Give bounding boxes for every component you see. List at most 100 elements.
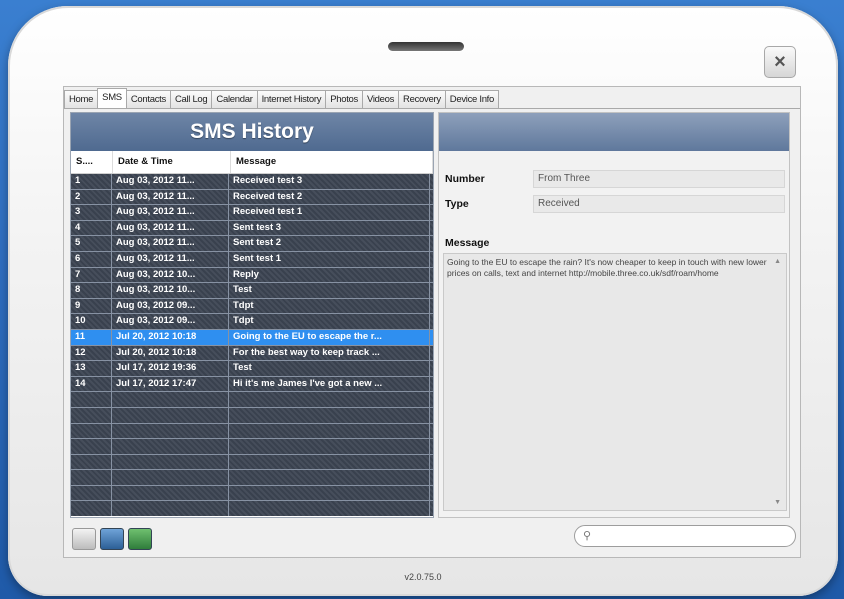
export-document-icon[interactable] bbox=[72, 528, 96, 550]
column-header-datetime[interactable]: Date & Time bbox=[113, 151, 231, 173]
number-label: Number bbox=[445, 173, 485, 185]
table-row[interactable]: 11 Jul 20, 2012 10:18 Going to the EU to e… bbox=[71, 329, 433, 346]
row-message: Test bbox=[229, 361, 430, 376]
row-index: 14 bbox=[71, 376, 112, 392]
row-index: 6 bbox=[71, 251, 112, 267]
row-datetime: Aug 03, 2012 10... bbox=[112, 267, 229, 283]
row-index: 1 bbox=[71, 174, 112, 189]
search-input[interactable]: ⚲ bbox=[574, 525, 796, 547]
number-field: From Three bbox=[533, 170, 785, 188]
table-row[interactable]: 14 Jul 17, 2012 17:47 Hi it's me James I'v… bbox=[71, 376, 433, 393]
row-message bbox=[229, 423, 430, 439]
row-message: Received test 1 bbox=[229, 205, 430, 220]
refresh-icon[interactable] bbox=[128, 528, 152, 550]
row-datetime: Jul 20, 2012 10:18 bbox=[112, 329, 229, 345]
row-index bbox=[71, 485, 112, 501]
empty-table-row bbox=[71, 470, 433, 486]
row-datetime bbox=[112, 485, 229, 501]
row-message: Sent test 1 bbox=[229, 251, 430, 267]
table-row[interactable]: 7 Aug 03, 2012 10... Reply bbox=[71, 267, 433, 284]
row-message: Hi it's me James I've got a new ... bbox=[229, 376, 430, 392]
row-datetime: Aug 03, 2012 11... bbox=[112, 236, 229, 251]
row-datetime: Jul 20, 2012 10:18 bbox=[112, 345, 229, 361]
table-row[interactable]: 1 Aug 03, 2012 11... Received test 3 bbox=[71, 174, 433, 190]
row-datetime bbox=[112, 423, 229, 439]
row-datetime: Aug 03, 2012 11... bbox=[112, 220, 229, 236]
column-header-sender[interactable]: S.... bbox=[71, 151, 113, 173]
table-row[interactable]: 5 Aug 03, 2012 11... Sent test 2 bbox=[71, 236, 433, 252]
speaker-grille bbox=[388, 42, 464, 51]
close-icon: × bbox=[774, 51, 786, 73]
message-body[interactable]: Going to the EU to escape the rain? It's… bbox=[443, 253, 787, 511]
row-message: Test bbox=[229, 283, 430, 298]
row-datetime bbox=[112, 501, 229, 516]
empty-table-row bbox=[71, 423, 433, 440]
tab-sms[interactable]: SMS bbox=[97, 88, 127, 108]
tab-calendar[interactable]: Calendar bbox=[211, 90, 258, 108]
backup-icon[interactable] bbox=[100, 528, 124, 550]
type-label: Type bbox=[445, 198, 469, 210]
row-index: 13 bbox=[71, 361, 112, 376]
row-datetime: Aug 03, 2012 11... bbox=[112, 189, 229, 205]
row-message: Tdpt bbox=[229, 298, 430, 314]
tab-videos[interactable]: Videos bbox=[361, 90, 400, 108]
row-datetime: Aug 03, 2012 09... bbox=[112, 314, 229, 329]
table-row[interactable]: 10 Aug 03, 2012 09... Tdpt bbox=[71, 314, 433, 330]
row-message bbox=[229, 392, 430, 407]
tab-bar: Home SMS Contacts Call Log Calendar Internet … bbox=[64, 88, 500, 108]
row-message: Tdpt bbox=[229, 314, 430, 329]
tab-divider bbox=[64, 108, 800, 109]
tab-home[interactable]: Home bbox=[64, 90, 99, 108]
table-row[interactable]: 3 Aug 03, 2012 11... Received test 1 bbox=[71, 205, 433, 221]
row-index: 7 bbox=[71, 267, 112, 283]
row-datetime: Jul 17, 2012 19:36 bbox=[112, 361, 229, 376]
device-frame: × Home SMS Contacts Call Log Calendar Interne… bbox=[8, 6, 838, 596]
table-row[interactable]: 4 Aug 03, 2012 11... Sent test 3 bbox=[71, 220, 433, 237]
close-button[interactable]: × bbox=[764, 46, 796, 78]
tab-recovery[interactable]: Recovery bbox=[398, 90, 446, 108]
scroll-down-icon[interactable]: ▼ bbox=[774, 499, 781, 506]
row-index: 10 bbox=[71, 314, 112, 329]
table-row[interactable]: 9 Aug 03, 2012 09... Tdpt bbox=[71, 298, 433, 315]
row-message bbox=[229, 470, 430, 485]
row-datetime: Aug 03, 2012 11... bbox=[112, 251, 229, 267]
tab-call-log[interactable]: Call Log bbox=[169, 90, 213, 108]
table-row[interactable]: 13 Jul 17, 2012 19:36 Test bbox=[71, 361, 433, 377]
detail-header bbox=[439, 113, 789, 151]
row-index bbox=[71, 454, 112, 470]
row-message bbox=[229, 454, 430, 470]
row-datetime bbox=[112, 439, 229, 454]
search-icon: ⚲ bbox=[583, 530, 592, 542]
column-header-message[interactable]: Message bbox=[231, 151, 433, 173]
row-message: Sent test 2 bbox=[229, 236, 430, 251]
empty-table-row bbox=[71, 485, 433, 502]
row-index: 12 bbox=[71, 345, 112, 361]
type-field: Received bbox=[533, 195, 785, 213]
table-row[interactable]: 12 Jul 20, 2012 10:18 For the best way to … bbox=[71, 345, 433, 362]
row-index bbox=[71, 470, 112, 485]
table-row[interactable]: 2 Aug 03, 2012 11... Received test 2 bbox=[71, 189, 433, 206]
row-index: 3 bbox=[71, 205, 112, 220]
row-index bbox=[71, 392, 112, 407]
message-detail-panel: Number From Three Type Received Message … bbox=[438, 112, 790, 518]
row-datetime bbox=[112, 392, 229, 407]
row-datetime: Aug 03, 2012 11... bbox=[112, 174, 229, 189]
table-row[interactable]: 6 Aug 03, 2012 11... Sent test 1 bbox=[71, 251, 433, 268]
table-header: S.... Date & Time Message bbox=[71, 151, 433, 174]
row-index: 5 bbox=[71, 236, 112, 251]
row-index: 11 bbox=[71, 329, 112, 345]
scroll-up-icon[interactable]: ▲ bbox=[774, 258, 781, 265]
tab-device-info[interactable]: Device Info bbox=[444, 90, 500, 108]
row-message bbox=[229, 439, 430, 454]
row-message bbox=[229, 407, 430, 423]
tab-photos[interactable]: Photos bbox=[325, 90, 363, 108]
tab-internet-history[interactable]: Internet History bbox=[256, 90, 327, 108]
row-message: For the best way to keep track ... bbox=[229, 345, 430, 361]
row-message: Sent test 3 bbox=[229, 220, 430, 236]
table-row[interactable]: 8 Aug 03, 2012 10... Test bbox=[71, 283, 433, 299]
tab-contacts[interactable]: Contacts bbox=[125, 90, 171, 108]
row-datetime bbox=[112, 407, 229, 423]
empty-table-row bbox=[71, 439, 433, 455]
row-message: Reply bbox=[229, 267, 430, 283]
row-datetime bbox=[112, 470, 229, 485]
